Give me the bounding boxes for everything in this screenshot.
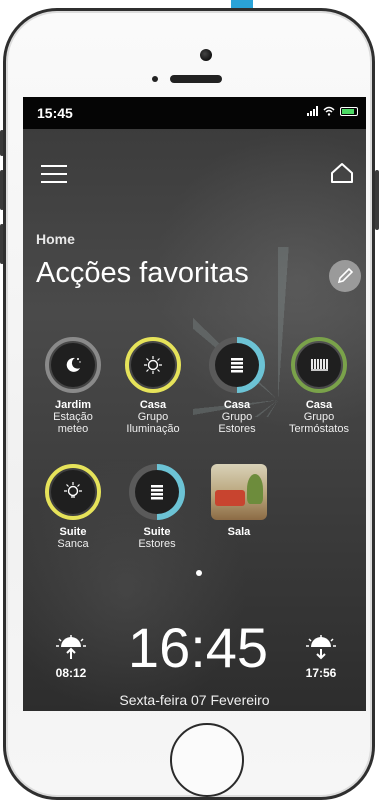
sunrise-time: 08:12 [55, 666, 87, 680]
tile-name: Suite [59, 526, 87, 538]
tile-name: Casa [139, 399, 167, 411]
blinds-icon [231, 358, 243, 373]
sunrise-widget: 08:12 [51, 635, 91, 680]
favorite-tile[interactable]: Casa Grupo Estores [199, 337, 275, 435]
tile-name: Jardim [54, 399, 92, 411]
tile-ring [125, 337, 181, 393]
favorite-tile[interactable]: Sala [201, 464, 277, 538]
favorite-tile[interactable]: Casa Grupo Iluminação [115, 337, 191, 435]
favorite-tile[interactable]: Jardim Estação meteo [35, 337, 111, 435]
pencil-icon [337, 267, 354, 284]
tile-ring [45, 337, 101, 393]
tile-subtitle: Iluminação [126, 423, 180, 435]
app-screen: 15:45 Home Acções favoritas Jardim Estaç… [23, 97, 366, 711]
thermostat-icon [311, 359, 328, 371]
sunset-time: 17:56 [305, 666, 337, 680]
breadcrumb[interactable]: Home [36, 231, 75, 247]
tile-subtitle: Sanca [57, 538, 89, 550]
tile-subtitle: Estores [218, 423, 256, 435]
status-time: 15:45 [37, 105, 73, 121]
status-icons [307, 106, 358, 116]
earpiece-speaker [170, 75, 222, 83]
front-camera [200, 49, 212, 61]
tile-subtitle: Grupo [221, 411, 253, 423]
tile-subtitle: Estores [138, 538, 176, 550]
tile-ring [129, 464, 185, 520]
tile-name: Casa [223, 399, 251, 411]
sunrise-icon [56, 635, 86, 659]
tile-name: Suite [143, 526, 171, 538]
lightbulb-icon [144, 356, 162, 374]
room-photo [211, 464, 267, 520]
status-bar: 15:45 [23, 97, 366, 129]
battery-icon [340, 106, 358, 116]
favorite-tile[interactable]: Suite Estores [119, 464, 195, 550]
lightbulb-icon [64, 482, 82, 498]
tile-ring [209, 337, 265, 393]
tile-subtitle: Termóstatos [289, 423, 349, 435]
tile-subtitle: Grupo [303, 411, 335, 423]
side-button-power [375, 170, 379, 230]
tile-ring [45, 464, 101, 520]
blinds-icon [151, 485, 163, 500]
page-indicator-dot[interactable] [196, 570, 202, 576]
favorite-tile[interactable]: Casa Grupo Termóstatos [281, 337, 357, 435]
tile-name: Casa [305, 399, 333, 411]
main-clock: 16:45 [127, 616, 269, 679]
proximity-sensor [152, 76, 158, 82]
edit-button[interactable] [329, 260, 361, 292]
sunset-icon [306, 635, 336, 660]
tile-subtitle: meteo [57, 423, 89, 435]
moon-icon [66, 357, 81, 372]
sunset-widget: 17:56 [301, 635, 341, 680]
menu-icon[interactable] [41, 165, 67, 183]
tile-subtitle: Estação [53, 411, 93, 423]
tile-name: Sala [227, 526, 251, 538]
current-date: Sexta-feira 07 Fevereiro [119, 692, 270, 708]
page-title: Acções favoritas [36, 257, 249, 289]
signal-icon [307, 106, 318, 116]
favorite-tile[interactable]: Suite Sanca [35, 464, 111, 550]
phone-home-button[interactable] [170, 723, 244, 797]
tile-subtitle: Grupo [137, 411, 169, 423]
tile-ring [291, 337, 347, 393]
home-icon[interactable] [329, 161, 355, 185]
wifi-icon [323, 106, 335, 116]
